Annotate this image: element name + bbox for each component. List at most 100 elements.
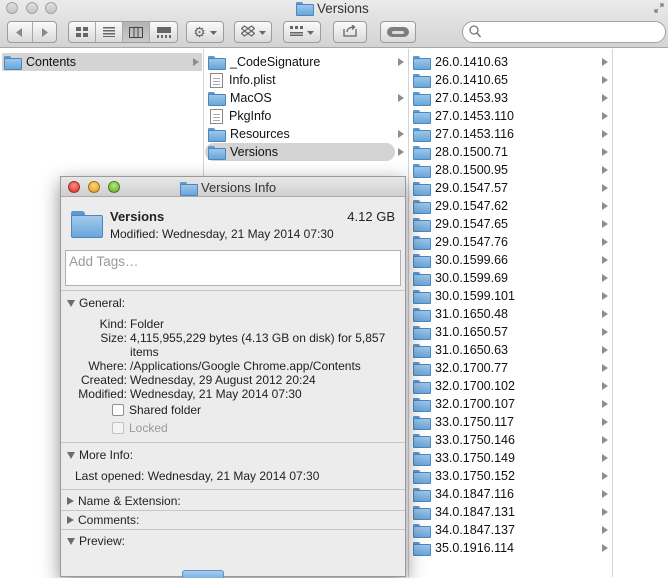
version-folder-item[interactable]: 34.0.1847.131 <box>413 503 515 521</box>
version-folder-item[interactable]: 26.0.1410.63 <box>413 53 508 71</box>
dropbox-icon <box>240 24 255 40</box>
size-value: 4,115,955,229 bytes (4.13 GB on disk) fo… <box>130 331 386 345</box>
version-folder-item[interactable]: 33.0.1750.152 <box>413 467 515 485</box>
arrange-menu-button[interactable] <box>283 21 321 43</box>
version-folder-item[interactable]: 30.0.1599.101 <box>413 287 515 305</box>
name-extension-section-header[interactable]: Name & Extension: <box>67 494 181 508</box>
version-folder-label: 32.0.1700.77 <box>435 361 508 375</box>
version-folder-label: 33.0.1750.149 <box>435 451 515 465</box>
column-item-label: Info.plist <box>229 73 276 87</box>
version-folder-item[interactable]: 34.0.1847.137 <box>413 521 515 539</box>
folder-icon <box>413 146 431 160</box>
version-folder-item[interactable]: 31.0.1650.63 <box>413 341 508 359</box>
info-title: Versions Info <box>180 180 277 196</box>
version-folder-item[interactable]: 33.0.1750.146 <box>413 431 515 449</box>
version-folder-item[interactable]: 29.0.1547.76 <box>413 233 508 251</box>
column-item-label: _CodeSignature <box>230 55 321 69</box>
disclosure-arrow-icon <box>602 238 608 246</box>
forward-button[interactable] <box>33 22 57 42</box>
action-menu-button[interactable]: ⚙ <box>186 21 224 43</box>
version-folder-item[interactable]: 27.0.1453.93 <box>413 89 508 107</box>
dropbox-menu-button[interactable] <box>234 21 272 43</box>
document-icon <box>210 72 223 88</box>
locked-label: Locked <box>129 421 168 435</box>
minimize-button[interactable] <box>26 2 38 14</box>
disclosure-arrow-icon <box>193 58 199 66</box>
modified-label: Modified: <box>78 387 127 401</box>
large-folder-icon <box>71 211 103 238</box>
more-info-section-header[interactable]: More Info: <box>67 448 133 462</box>
disclosure-arrow-icon <box>602 130 608 138</box>
version-folder-item[interactable]: 27.0.1453.110 <box>413 107 514 125</box>
version-folder-item[interactable]: 33.0.1750.149 <box>413 449 515 467</box>
tags-button[interactable] <box>380 21 416 43</box>
version-folder-item[interactable]: 30.0.1599.66 <box>413 251 508 269</box>
version-folder-item[interactable]: 28.0.1500.95 <box>413 161 508 179</box>
info-title-label: Versions Info <box>201 180 277 195</box>
icon-view-button[interactable] <box>69 22 96 42</box>
tags-field[interactable]: Add Tags… <box>65 250 401 286</box>
finder-window: Versions ⚙ Contents _CodeSignature Info.… <box>0 0 668 578</box>
version-folder-item[interactable]: 27.0.1453.116 <box>413 125 514 143</box>
list-view-button[interactable] <box>96 22 123 42</box>
zoom-button[interactable] <box>108 181 120 193</box>
version-folder-label: 28.0.1500.71 <box>435 145 508 159</box>
tags-placeholder: Add Tags… <box>69 254 139 269</box>
preview-section-header[interactable]: Preview: <box>67 534 125 548</box>
cover-flow-view-button[interactable] <box>150 22 177 42</box>
column-item-codesignature[interactable]: _CodeSignature <box>208 53 320 71</box>
version-folder-item[interactable]: 30.0.1599.69 <box>413 269 508 287</box>
disclosure-arrow-icon <box>602 364 608 372</box>
version-folder-label: 27.0.1453.93 <box>435 91 508 105</box>
version-folder-item[interactable]: 34.0.1847.116 <box>413 485 514 503</box>
disclosure-arrow-icon <box>602 526 608 534</box>
version-folder-item[interactable]: 26.0.1410.65 <box>413 71 508 89</box>
version-folder-item[interactable]: 29.0.1547.65 <box>413 215 508 233</box>
search-field[interactable] <box>462 21 666 43</box>
created-label: Created: <box>80 373 127 387</box>
version-folder-label: 29.0.1547.57 <box>435 181 508 195</box>
comments-section-header[interactable]: Comments: <box>67 513 139 527</box>
version-folder-item[interactable]: 32.0.1700.77 <box>413 359 508 377</box>
column-view-button[interactable] <box>122 22 151 42</box>
zoom-button[interactable] <box>45 2 57 14</box>
column-item-versions[interactable]: Versions <box>205 143 395 161</box>
fullscreen-icon[interactable] <box>654 2 664 13</box>
column-item-label: Resources <box>230 127 290 141</box>
column-item-info-plist[interactable]: Info.plist <box>210 71 276 89</box>
shared-folder-checkbox[interactable] <box>112 404 124 416</box>
folder-icon <box>413 398 431 412</box>
back-button[interactable] <box>8 22 33 42</box>
version-folder-item[interactable]: 33.0.1750.117 <box>413 413 514 431</box>
info-name: Versions <box>110 209 165 224</box>
column-item-pkginfo[interactable]: PkgInfo <box>210 107 271 125</box>
version-folder-item[interactable]: 29.0.1547.57 <box>413 179 508 197</box>
version-folder-label: 32.0.1700.102 <box>435 379 515 393</box>
share-button[interactable] <box>333 21 367 43</box>
version-folder-item[interactable]: 32.0.1700.107 <box>413 395 515 413</box>
column-item-macos[interactable]: MacOS <box>208 89 272 107</box>
version-folder-item[interactable]: 31.0.1650.48 <box>413 305 508 323</box>
locked-checkbox[interactable] <box>112 422 124 434</box>
disclosure-arrow-icon <box>602 220 608 228</box>
minimize-button[interactable] <box>88 181 100 193</box>
general-section-header[interactable]: General: <box>67 296 125 310</box>
divider <box>61 510 405 511</box>
version-folder-item[interactable]: 32.0.1700.102 <box>413 377 515 395</box>
version-folder-item[interactable]: 29.0.1547.62 <box>413 197 508 215</box>
column-item-label: Contents <box>26 55 77 69</box>
column-item-label: Versions <box>230 145 278 159</box>
column-item-contents[interactable]: Contents <box>2 53 202 71</box>
version-folder-item[interactable]: 31.0.1650.57 <box>413 323 508 341</box>
info-titlebar: Versions Info <box>61 177 405 197</box>
disclosure-arrow-icon <box>602 346 608 354</box>
version-folder-item[interactable]: 35.0.1916.114 <box>413 539 514 557</box>
column-item-resources[interactable]: Resources <box>208 125 290 143</box>
version-folder-label: 32.0.1700.107 <box>435 397 515 411</box>
version-folder-item[interactable]: 28.0.1500.71 <box>413 143 508 161</box>
disclosure-arrow-icon <box>602 382 608 390</box>
search-input[interactable] <box>485 25 655 39</box>
folder-icon <box>413 416 431 430</box>
close-button[interactable] <box>6 2 18 14</box>
close-button[interactable] <box>68 181 80 193</box>
